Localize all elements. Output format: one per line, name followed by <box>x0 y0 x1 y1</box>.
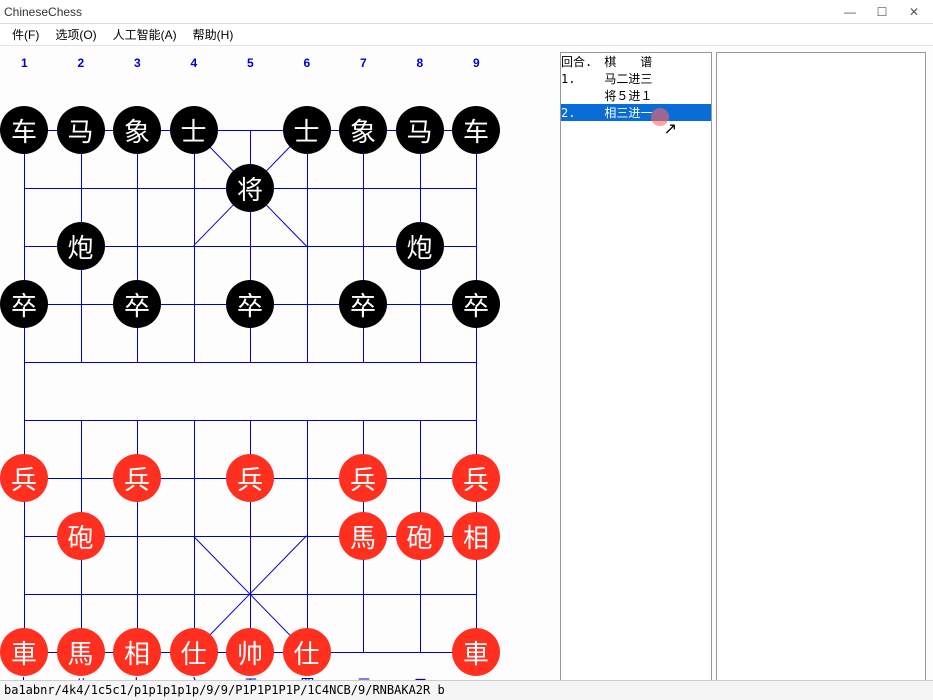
fen-string: ba1abnr/4k4/1c5c1/p1p1p1p1p/9/9/P1P1P1P1… <box>4 683 445 697</box>
move-row[interactable]: 将５进１ <box>561 87 711 104</box>
coord-top-3: 3 <box>134 56 141 70</box>
piece-red-相[interactable]: 相 <box>452 512 500 560</box>
header-round: 回合. <box>561 53 592 70</box>
move-list-header: 回合. 棋 谱 <box>561 53 711 70</box>
coord-top-row: 1 2 3 4 5 6 7 8 9 <box>12 56 556 74</box>
coord-top-8: 8 <box>417 56 424 70</box>
piece-red-馬[interactable]: 馬 <box>339 512 387 560</box>
menubar: 件(F) 选项(O) 人工智能(A) 帮助(H) <box>0 24 933 46</box>
menu-file[interactable]: 件(F) <box>4 24 47 45</box>
piece-red-兵[interactable]: 兵 <box>113 454 161 502</box>
content-area: 123456789 车马象士士象马车将炮炮卒卒卒卒卒兵兵兵兵兵砲馬砲相車馬相仕帅… <box>0 46 933 680</box>
piece-red-相[interactable]: 相 <box>113 628 161 676</box>
piece-red-帅[interactable]: 帅 <box>226 628 274 676</box>
minimize-button[interactable]: — <box>843 5 857 19</box>
piece-black-卒[interactable]: 卒 <box>113 280 161 328</box>
menu-help[interactable]: 帮助(H) <box>185 24 242 45</box>
piece-red-仕[interactable]: 仕 <box>170 628 218 676</box>
side-right-panel <box>716 52 926 688</box>
maximize-button[interactable]: ☐ <box>875 5 889 19</box>
move-list-panel[interactable]: 回合. 棋 谱 1. 马二进三 将５进１2. 相三进一 <box>560 52 712 688</box>
piece-black-车[interactable]: 车 <box>452 106 500 154</box>
piece-black-炮[interactable]: 炮 <box>396 222 444 270</box>
close-button[interactable]: ✕ <box>907 5 921 19</box>
titlebar: ChineseChess — ☐ ✕ <box>0 0 933 24</box>
piece-black-卒[interactable]: 卒 <box>226 280 274 328</box>
window-title: ChineseChess <box>4 5 843 19</box>
piece-black-卒[interactable]: 卒 <box>339 280 387 328</box>
menu-options[interactable]: 选项(O) <box>47 24 104 45</box>
piece-red-馬[interactable]: 馬 <box>57 628 105 676</box>
piece-black-象[interactable]: 象 <box>113 106 161 154</box>
chess-board[interactable]: 车马象士士象马车将炮炮卒卒卒卒卒兵兵兵兵兵砲馬砲相車馬相仕帅仕車 <box>12 78 540 658</box>
piece-black-马[interactable]: 马 <box>57 106 105 154</box>
piece-red-車[interactable]: 車 <box>452 628 500 676</box>
piece-black-炮[interactable]: 炮 <box>57 222 105 270</box>
piece-red-仕[interactable]: 仕 <box>283 628 331 676</box>
coord-top-1: 1 <box>21 56 28 70</box>
piece-red-砲[interactable]: 砲 <box>57 512 105 560</box>
piece-red-車[interactable]: 車 <box>0 628 48 676</box>
arrow-cursor-icon: ↖ <box>661 122 681 135</box>
piece-black-士[interactable]: 士 <box>283 106 331 154</box>
piece-black-卒[interactable]: 卒 <box>0 280 48 328</box>
menu-ai[interactable]: 人工智能(A) <box>105 24 185 45</box>
piece-red-砲[interactable]: 砲 <box>396 512 444 560</box>
board-area: 123456789 车马象士士象马车将炮炮卒卒卒卒卒兵兵兵兵兵砲馬砲相車馬相仕帅… <box>0 52 556 692</box>
piece-black-马[interactable]: 马 <box>396 106 444 154</box>
piece-black-将[interactable]: 将 <box>226 164 274 212</box>
header-manual: 棋 谱 <box>604 53 652 70</box>
coord-top-6: 6 <box>304 56 311 70</box>
piece-black-卒[interactable]: 卒 <box>452 280 500 328</box>
piece-red-兵[interactable]: 兵 <box>452 454 500 502</box>
piece-red-兵[interactable]: 兵 <box>226 454 274 502</box>
piece-red-兵[interactable]: 兵 <box>339 454 387 502</box>
move-row[interactable]: 1. 马二进三 <box>561 70 711 87</box>
coord-top-7: 7 <box>360 56 367 70</box>
piece-red-兵[interactable]: 兵 <box>0 454 48 502</box>
move-row[interactable]: 2. 相三进一 <box>561 104 711 121</box>
statusbar: ba1abnr/4k4/1c5c1/p1p1p1p1p/9/9/P1P1P1P1… <box>0 680 933 700</box>
window-controls: — ☐ ✕ <box>843 5 929 19</box>
coord-top-2: 2 <box>78 56 85 70</box>
coord-top-5: 5 <box>247 56 254 70</box>
piece-black-士[interactable]: 士 <box>170 106 218 154</box>
piece-black-车[interactable]: 车 <box>0 106 48 154</box>
coord-top-9: 9 <box>473 56 480 70</box>
piece-black-象[interactable]: 象 <box>339 106 387 154</box>
coord-top-4: 4 <box>191 56 198 70</box>
